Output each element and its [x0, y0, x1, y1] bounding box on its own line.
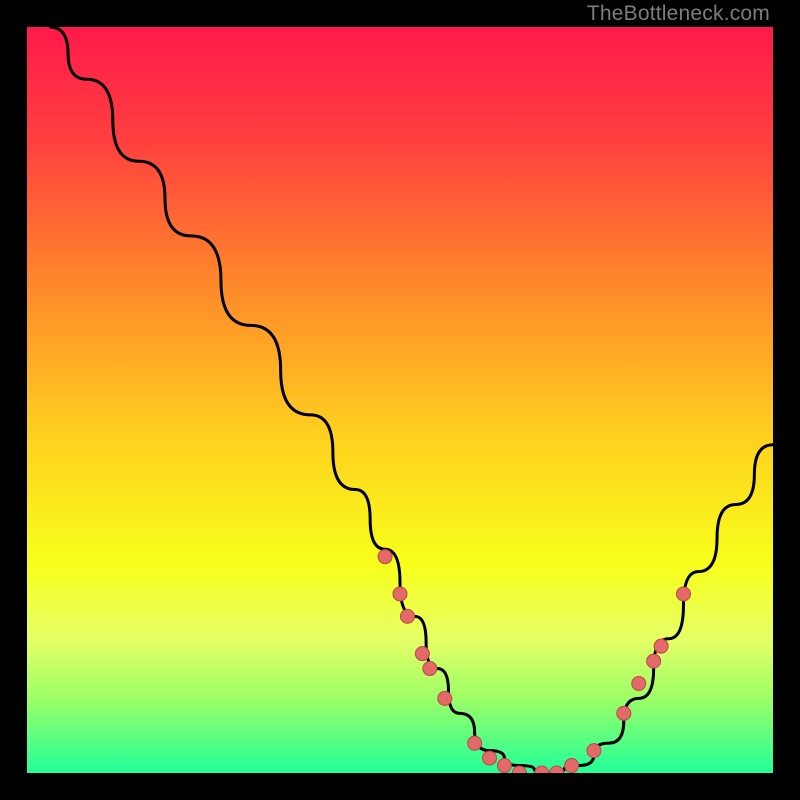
- marker-dot: [497, 759, 511, 773]
- marker-dot: [632, 676, 646, 690]
- marker-dot: [483, 751, 497, 765]
- marker-dot: [676, 587, 690, 601]
- marker-dot: [654, 639, 668, 653]
- marker-dot: [438, 691, 452, 705]
- marker-dot: [587, 744, 601, 758]
- chart-frame: [27, 27, 773, 773]
- marker-dot: [393, 587, 407, 601]
- marker-dot: [565, 759, 579, 773]
- marker-dot: [400, 609, 414, 623]
- watermark-text: TheBottleneck.com: [587, 2, 770, 26]
- marker-dot: [378, 550, 392, 564]
- marker-dot: [468, 736, 482, 750]
- marker-dot: [647, 654, 661, 668]
- bottleneck-chart: [27, 27, 773, 773]
- marker-dot: [415, 647, 429, 661]
- marker-dot: [423, 662, 437, 676]
- marker-dot: [617, 706, 631, 720]
